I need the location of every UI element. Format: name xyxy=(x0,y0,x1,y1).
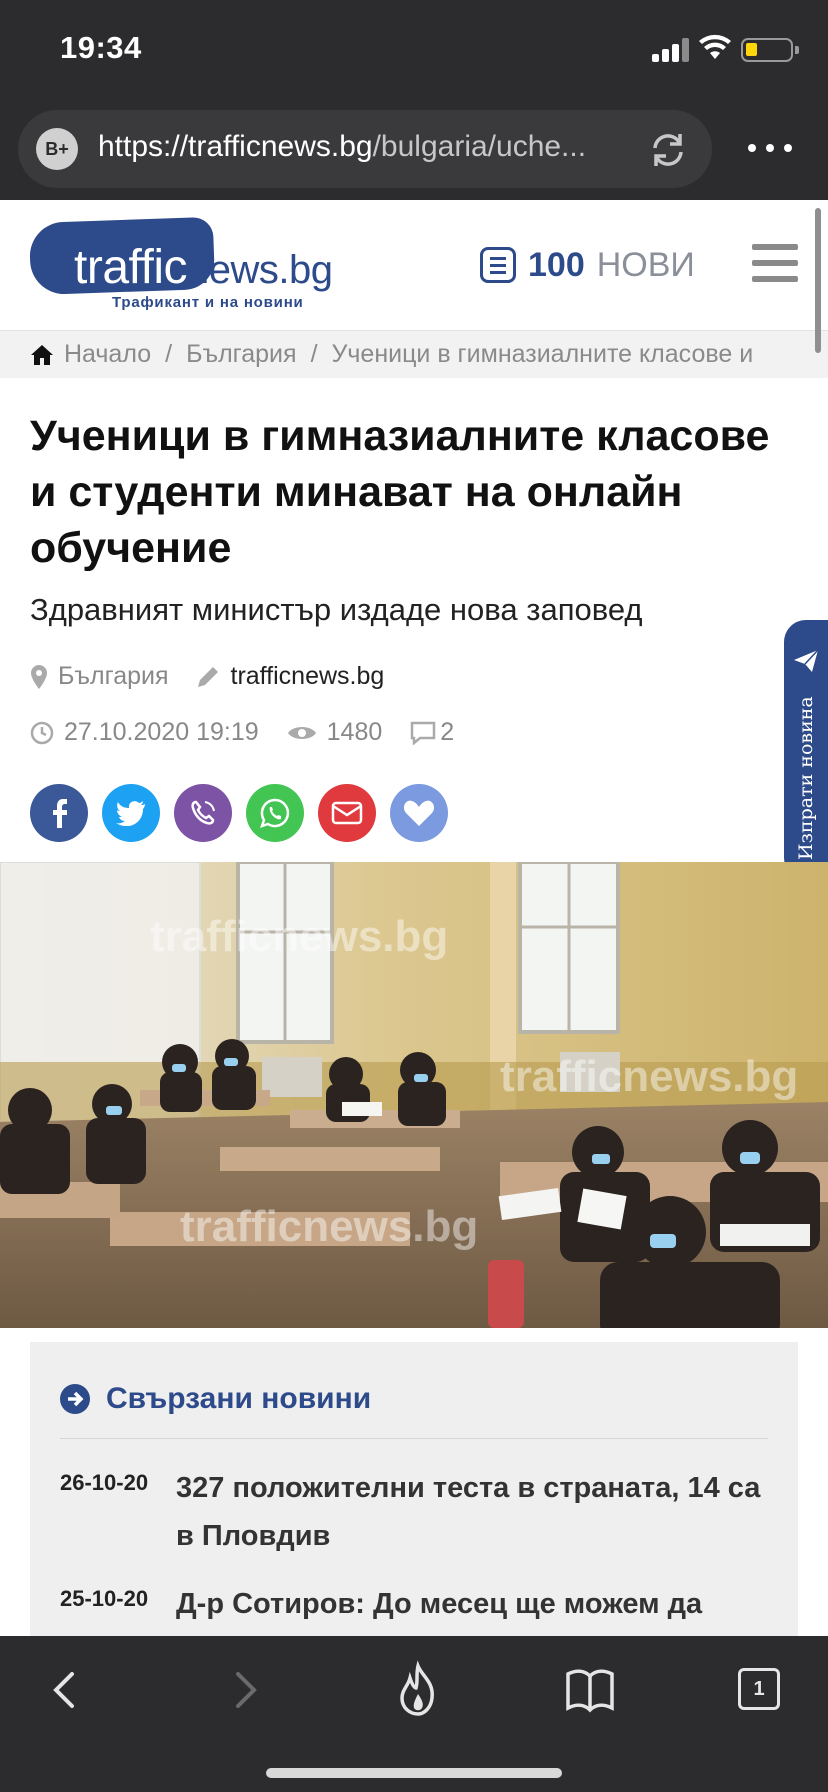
related-news-item[interactable]: 26-10-20 327 положителни теста в странат… xyxy=(60,1464,770,1560)
reload-icon[interactable] xyxy=(646,128,690,172)
forward-icon[interactable] xyxy=(214,1660,274,1720)
eye-icon xyxy=(287,726,316,739)
breadcrumb-category[interactable]: България xyxy=(186,340,297,369)
whatsapp-icon xyxy=(260,798,290,828)
breadcrumb-separator: / xyxy=(310,340,318,368)
heart-icon xyxy=(403,800,435,826)
related-news-link[interactable]: Д-р Сотиров: До месец ще можем да xyxy=(176,1580,770,1628)
battery-icon xyxy=(741,38,799,62)
breadcrumb-home[interactable]: Начало xyxy=(64,340,151,369)
news-count: 100 xyxy=(528,245,585,284)
send-news-label: Изпрати новина xyxy=(795,696,817,860)
logo-suffix: news.bg xyxy=(186,248,333,292)
send-news-tab[interactable]: Изпрати новина xyxy=(784,620,828,880)
breadcrumb: Начало / България / Ученици в гимназиалн… xyxy=(0,330,828,378)
related-news-date: 26-10-20 xyxy=(60,1470,149,1495)
wifi-icon xyxy=(699,34,731,59)
address-bar[interactable]: B+ https://trafficnews.bg/bulgaria/uche.… xyxy=(18,110,712,188)
hamburger-menu-icon[interactable] xyxy=(752,244,798,282)
photo-watermark: trafficnews.bg xyxy=(180,1202,479,1251)
article-subtitle: Здравният министър издаде нова заповед xyxy=(30,592,643,627)
back-icon[interactable] xyxy=(36,1660,96,1720)
related-news-box: Свързани новини 26-10-20 327 положителни… xyxy=(30,1342,798,1636)
related-news-date: 25-10-20 xyxy=(60,1586,149,1611)
news-label: НОВИ xyxy=(596,245,695,284)
status-time: 19:34 xyxy=(60,30,142,65)
tab-count: 1 xyxy=(753,1677,765,1700)
share-buttons xyxy=(30,784,462,842)
url-path: /bulgaria/uche... xyxy=(372,130,587,163)
home-icon xyxy=(31,344,53,365)
article-author[interactable]: trafficnews.bg xyxy=(231,662,385,691)
flame-icon[interactable] xyxy=(388,1660,448,1720)
vpn-badge-icon[interactable]: B+ xyxy=(36,128,78,170)
article-comments[interactable]: 2 xyxy=(440,718,454,747)
more-menu-icon[interactable] xyxy=(748,126,792,170)
article-photo[interactable]: trafficnews.bg trafficnews.bg trafficnew… xyxy=(0,862,828,1328)
bookmarks-icon[interactable] xyxy=(560,1660,620,1720)
related-news-heading: Свързани новини xyxy=(60,1382,371,1416)
scroll-indicator xyxy=(815,208,821,353)
twitter-share-button[interactable] xyxy=(102,784,160,842)
envelope-icon xyxy=(331,801,363,825)
article-location[interactable]: България xyxy=(58,662,169,691)
twitter-icon xyxy=(116,801,145,826)
whatsapp-share-button[interactable] xyxy=(246,784,304,842)
viber-share-button[interactable] xyxy=(174,784,232,842)
email-share-button[interactable] xyxy=(318,784,376,842)
logo-word: traffic xyxy=(74,241,187,294)
web-page: trafficnews.bg Трафикант и на новини 100… xyxy=(0,200,828,1636)
article-meta-stats: 27.10.2020 19:19 1480 2 xyxy=(30,718,454,747)
tabs-button[interactable]: 1 xyxy=(738,1668,780,1710)
article-views: 1480 xyxy=(326,718,383,746)
url-text[interactable]: https://trafficnews.bg/bulgaria/uche... xyxy=(98,130,638,164)
related-news-title: Свързани новини xyxy=(106,1382,372,1415)
comment-icon[interactable] xyxy=(410,721,436,745)
article-title: Ученици в гимназиалните класове и студен… xyxy=(30,412,770,572)
breadcrumb-separator: / xyxy=(165,340,173,368)
facebook-icon xyxy=(53,799,67,828)
viber-icon xyxy=(191,800,215,825)
browser-toolbar: 1 xyxy=(0,1636,828,1792)
pencil-icon xyxy=(197,666,218,687)
breadcrumb-current: Ученици в гимназиалните класове и xyxy=(331,340,754,368)
related-news-item[interactable]: 25-10-20 Д-р Сотиров: До месец ще можем … xyxy=(60,1580,770,1628)
logo-tagline: Трафикант и на новини xyxy=(112,294,304,311)
article-datetime: 27.10.2020 19:19 xyxy=(64,718,259,746)
home-indicator[interactable] xyxy=(266,1768,562,1778)
article-meta-location: България trafficnews.bg xyxy=(30,662,384,691)
clock-icon xyxy=(30,721,54,744)
photo-watermark: trafficnews.bg xyxy=(150,912,449,961)
photo-watermark: trafficnews.bg xyxy=(500,1052,799,1101)
new-articles-counter[interactable]: 100 НОВИ xyxy=(480,244,695,286)
divider xyxy=(60,1438,768,1439)
favorite-button[interactable] xyxy=(390,784,448,842)
location-pin-icon xyxy=(31,664,47,689)
site-header: trafficnews.bg Трафикант и на новини 100… xyxy=(0,200,828,330)
site-logo[interactable]: trafficnews.bg Трафикант и на новини xyxy=(28,216,348,314)
news-list-icon xyxy=(480,247,516,283)
cellular-signal-icon xyxy=(652,38,690,62)
status-bar: 19:34 xyxy=(0,0,828,100)
facebook-share-button[interactable] xyxy=(30,784,88,842)
arrow-circle-icon xyxy=(60,1384,90,1414)
url-domain: https://trafficnews.bg xyxy=(98,130,373,163)
related-news-link[interactable]: 327 положителни теста в страната, 14 са … xyxy=(176,1464,770,1560)
